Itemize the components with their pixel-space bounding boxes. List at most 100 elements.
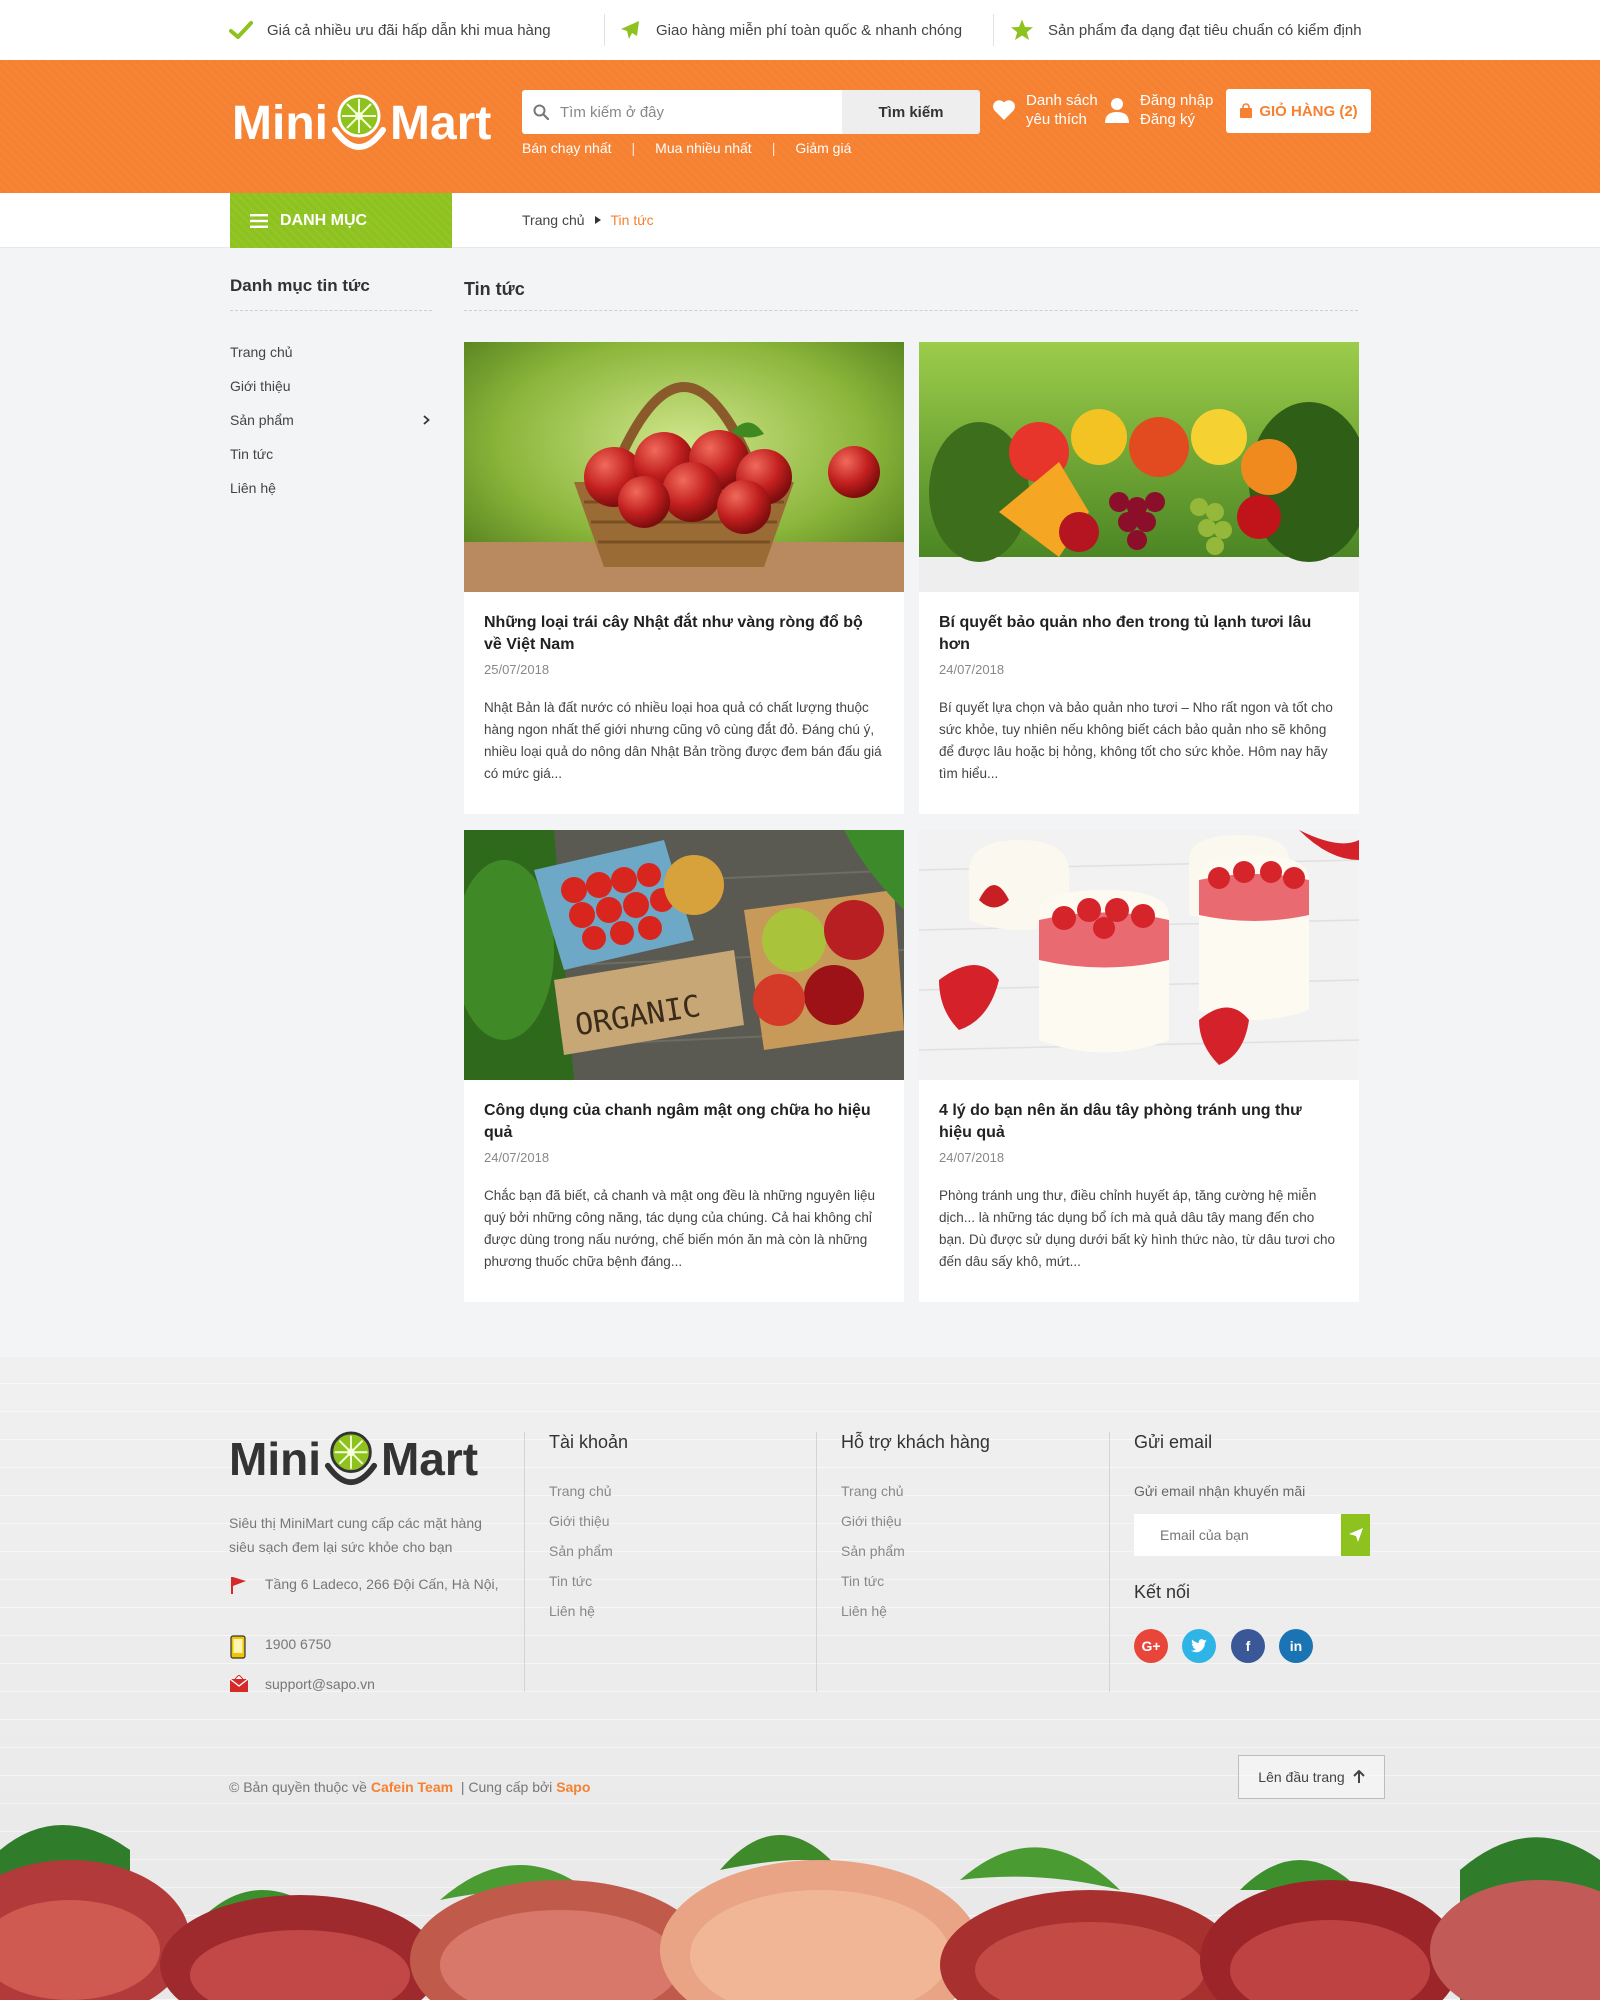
article-card[interactable]: 4 lý do bạn nên ăn dâu tây phòng tránh u… [919, 830, 1359, 1302]
connect-title: Kết nối [1134, 1582, 1191, 1602]
back-to-top-button[interactable]: Lên đầu trang [1238, 1755, 1385, 1799]
article-card[interactable]: Những loại trái cây Nhật đắt như vàng rò… [464, 342, 904, 814]
quick-link-discount[interactable]: Giảm giá [795, 140, 851, 156]
sidebar-item-home[interactable]: Trang chủ [230, 344, 432, 360]
footer-address: Tầng 6 Ladeco, 266 Đội Cấn, Hà Nội, [229, 1573, 499, 1595]
article-title[interactable]: Công dụng của chanh ngâm mật ong chữa ho… [484, 1100, 884, 1144]
article-card[interactable]: ORGANIC Công dụng của chanh ngâm mật ong… [464, 830, 904, 1302]
article-date: 25/07/2018 [484, 662, 550, 677]
footer-link[interactable]: Sản phẩm [841, 1543, 990, 1559]
register-link[interactable]: Đăng ký [1140, 110, 1213, 129]
separator: | [771, 140, 776, 156]
back-to-top-label: Lên đầu trang [1258, 1769, 1345, 1785]
send-icon [1348, 1528, 1363, 1542]
linkedin-icon[interactable]: in [1279, 1629, 1313, 1663]
copyright-team-link[interactable]: Cafein Team [371, 1779, 453, 1795]
footer-link[interactable]: Tin tức [841, 1573, 990, 1589]
footer-email: support@sapo.vn [229, 1673, 375, 1695]
footer-col-account: Tài khoản Trang chủ Giới thiệu Sản phẩm … [524, 1432, 628, 1692]
separator: | [631, 140, 636, 156]
facebook-icon[interactable]: f [1231, 1629, 1265, 1663]
cart-label: GIỎ HÀNG (2) [1259, 102, 1358, 120]
footer-link[interactable]: Trang chủ [549, 1483, 628, 1499]
lime-logo-icon [330, 90, 388, 156]
page-title: Tin tức [464, 279, 525, 299]
benefit-text: Giao hàng miễn phí toàn quốc & nhanh chó… [656, 21, 963, 39]
cart-button[interactable]: GIỎ HÀNG (2) [1226, 89, 1371, 133]
flag-icon [229, 1573, 265, 1595]
article-excerpt: Phòng tránh ung thư, điều chỉnh huyết áp… [939, 1188, 1335, 1269]
account-links: Đăng nhập Đăng ký [1104, 91, 1213, 129]
search-button[interactable]: Tìm kiếm [842, 90, 980, 134]
check-icon [229, 20, 253, 40]
sidebar-item-products[interactable]: Sản phẩm [230, 412, 432, 428]
sidebar-item-contact[interactable]: Liên hệ [230, 480, 432, 496]
footer-link[interactable]: Giới thiệu [841, 1513, 990, 1529]
category-bar: DANH MỤC Trang chủ Tin tức [0, 193, 1600, 248]
article-excerpt: Bí quyết lựa chọn và bảo quản nho tươi –… [939, 700, 1333, 781]
footer-link[interactable]: Liên hệ [549, 1603, 628, 1619]
sidebar-item-label: Tin tức [230, 446, 274, 462]
logo-text-right: Mart [389, 96, 492, 150]
quick-link-bestseller[interactable]: Bán chạy nhất [522, 140, 612, 156]
footer-email-text[interactable]: support@sapo.vn [265, 1673, 375, 1695]
newsletter-email-input[interactable] [1134, 1514, 1341, 1556]
social-label: G+ [1141, 1638, 1161, 1654]
sidebar-item-label: Liên hệ [230, 480, 276, 496]
sidebar-item-label: Giới thiệu [230, 378, 291, 394]
copyright-provider-link[interactable]: Sapo [556, 1779, 590, 1795]
copyright-prefix: © Bản quyền thuộc về [229, 1779, 367, 1795]
footer-link[interactable]: Liên hệ [841, 1603, 990, 1619]
site-logo[interactable]: Mini Mart [232, 90, 491, 156]
divider [230, 310, 432, 311]
article-date: 24/07/2018 [939, 662, 1005, 677]
phone-icon [229, 1633, 265, 1659]
logo-text-right: Mart [380, 1433, 479, 1485]
apple-basket-image[interactable] [464, 342, 904, 592]
site-header: Mini Mart Tìm kiếm Bán chạy nhất | Mua n… [0, 60, 1600, 193]
article-excerpt: Nhật Bản là đất nước có nhiều loại hoa q… [484, 700, 882, 781]
search-input[interactable] [560, 90, 842, 134]
footer-col-title: Hỗ trợ khách hàng [841, 1432, 990, 1452]
footer-link[interactable]: Trang chủ [841, 1483, 990, 1499]
article-title[interactable]: Những loại trái cây Nhật đắt như vàng rò… [484, 612, 884, 656]
category-menu-button[interactable]: DANH MỤC [230, 193, 452, 248]
star-icon [1010, 18, 1034, 42]
user-icon [1104, 96, 1130, 124]
wishlist-link[interactable]: Danh sách yêu thích [992, 91, 1098, 129]
footer-link[interactable]: Sản phẩm [549, 1543, 628, 1559]
arrow-up-icon [1352, 1770, 1365, 1784]
wishlist-line1: Danh sách [1026, 92, 1098, 109]
breadcrumb: Trang chủ Tin tức [522, 212, 654, 228]
logo-text-left: Mini [232, 96, 328, 150]
sidebar-item-label: Trang chủ [230, 344, 293, 360]
footer-link[interactable]: Giới thiệu [549, 1513, 628, 1529]
hamburger-icon [250, 213, 268, 228]
divider [464, 310, 1358, 311]
caret-right-icon [594, 216, 601, 224]
sidebar-title: Danh mục tin tức [230, 276, 370, 295]
search-icon [522, 90, 560, 134]
strawberry-yogurt-image[interactable] [919, 830, 1359, 1080]
organic-vegetables-image[interactable]: ORGANIC [464, 830, 904, 1080]
breadcrumb-home[interactable]: Trang chủ [522, 212, 585, 228]
quick-links: Bán chạy nhất | Mua nhiều nhất | Giảm gi… [522, 140, 851, 156]
lime-logo-icon [323, 1427, 379, 1491]
sidebar-item-news[interactable]: Tin tức [230, 446, 432, 462]
footer-logo[interactable]: Mini Mart [229, 1427, 478, 1491]
meat-vegetables-banner [0, 1790, 1600, 2000]
article-title[interactable]: Bí quyết bảo quản nho đen trong tủ lạnh … [939, 612, 1339, 656]
sidebar-item-about[interactable]: Giới thiệu [230, 378, 432, 394]
google-plus-icon[interactable]: G+ [1134, 1629, 1168, 1663]
mixed-fruits-image[interactable] [919, 342, 1359, 592]
login-link[interactable]: Đăng nhập [1140, 91, 1213, 110]
quick-link-most-bought[interactable]: Mua nhiều nhất [655, 140, 752, 156]
footer-link[interactable]: Tin tức [549, 1573, 628, 1589]
chevron-right-icon[interactable] [423, 415, 430, 425]
article-title[interactable]: 4 lý do bạn nên ăn dâu tây phòng tránh u… [939, 1100, 1339, 1144]
shopping-bag-icon [1239, 103, 1253, 119]
article-date: 24/07/2018 [939, 1150, 1005, 1165]
send-button[interactable] [1341, 1514, 1370, 1556]
twitter-icon[interactable] [1182, 1629, 1216, 1663]
article-card[interactable]: Bí quyết bảo quản nho đen trong tủ lạnh … [919, 342, 1359, 814]
